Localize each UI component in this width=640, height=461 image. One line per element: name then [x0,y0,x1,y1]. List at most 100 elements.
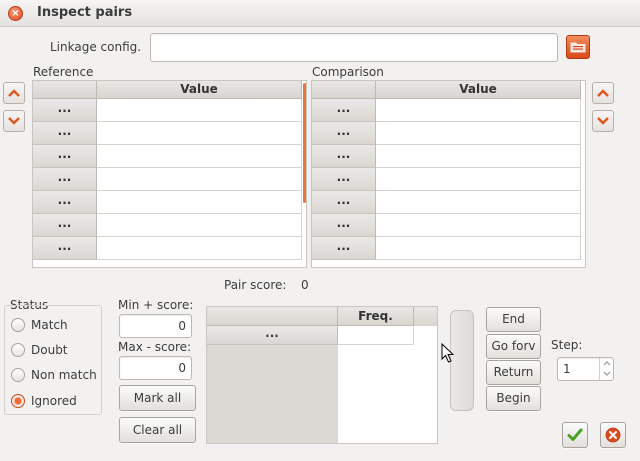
value-cell[interactable] [376,237,581,260]
status-radio-non-match[interactable] [11,368,25,382]
value-cell[interactable] [376,99,581,122]
max-score-label: Max - score: [118,340,192,354]
row-header[interactable]: ... [33,237,97,260]
spinner-up-icon[interactable] [600,358,614,369]
table-row[interactable]: ... [33,145,302,168]
table-row[interactable]: ... [312,168,581,191]
reference-scrollbar[interactable] [303,83,306,203]
chevron-down-icon [597,117,609,125]
row-header[interactable]: ... [312,168,376,191]
reference-table-header: Value [33,81,302,99]
table-row[interactable]: ... [312,237,581,260]
value-cell[interactable] [97,168,302,191]
max-score-input[interactable]: 0 [119,356,192,380]
comparison-corner-header [312,81,376,99]
status-radio-ignored[interactable] [11,394,25,408]
table-row[interactable]: ... [33,99,302,122]
comparison-label: Comparison [312,65,384,79]
go-forward-button[interactable]: Go forv [486,334,541,359]
row-header[interactable]: ... [312,214,376,237]
comparison-table[interactable]: Value ... ... ... ... ... ... ... [311,80,586,268]
status-option-non-match[interactable]: Non match [31,368,97,382]
mouse-pointer-icon [441,343,454,363]
spinner-down-icon[interactable] [600,369,614,380]
row-header[interactable]: ... [312,122,376,145]
end-button[interactable]: End [486,307,541,332]
row-header[interactable]: ... [312,99,376,122]
checkmark-icon [567,428,583,441]
cancel-icon [605,427,621,443]
step-label: Step: [551,338,583,352]
comparison-table-header: Value [312,81,581,99]
status-radio-match[interactable] [11,318,25,332]
value-cell[interactable] [97,237,302,260]
reference-value-header[interactable]: Value [97,81,302,99]
reference-table[interactable]: Value ... ... ... ... ... ... ... [32,80,307,268]
reference-label: Reference [33,65,94,79]
value-cell[interactable] [97,122,302,145]
value-cell[interactable] [97,191,302,214]
cancel-button[interactable] [600,422,626,448]
value-cell[interactable] [376,214,581,237]
frequency-freq-header[interactable]: Freq. [338,307,414,326]
table-row[interactable]: ... [33,122,302,145]
chevron-up-icon [597,89,609,97]
step-value: 1 [563,362,571,376]
row-header[interactable]: ... [33,168,97,191]
window-title: Inspect pairs [37,5,133,20]
reference-down-button[interactable] [3,110,25,132]
table-row[interactable]: ... [312,122,581,145]
max-score-value: 0 [178,361,186,375]
row-header[interactable]: ... [33,99,97,122]
status-option-match[interactable]: Match [31,318,68,332]
min-score-input[interactable]: 0 [119,314,192,338]
freq-cell[interactable] [338,326,414,345]
close-window-button[interactable]: × [8,6,23,21]
comparison-value-header[interactable]: Value [376,81,581,99]
row-header[interactable]: ... [207,326,338,345]
row-header[interactable]: ... [312,145,376,168]
close-icon: × [11,8,20,19]
pair-score-value: 0 [301,278,309,292]
value-cell[interactable] [97,214,302,237]
table-row[interactable]: ... [312,191,581,214]
frequency-table[interactable]: Freq. ... [206,306,438,444]
table-row[interactable]: ... [312,145,581,168]
min-score-label: Min + score: [118,298,194,312]
frequency-corner-header [207,307,338,326]
status-option-doubt[interactable]: Doubt [31,343,68,357]
row-header[interactable]: ... [33,122,97,145]
comparison-down-button[interactable] [592,110,614,132]
table-row[interactable]: ... [33,168,302,191]
status-radio-doubt[interactable] [11,343,25,357]
chevron-down-icon [8,117,20,125]
value-cell[interactable] [376,168,581,191]
value-cell[interactable] [376,191,581,214]
ok-button[interactable] [562,422,588,448]
table-row[interactable]: ... [33,237,302,260]
step-spinner[interactable]: 1 [557,357,614,381]
browse-config-button[interactable] [566,35,590,59]
row-header[interactable]: ... [312,191,376,214]
table-row[interactable]: ... [33,191,302,214]
value-cell[interactable] [376,145,581,168]
table-row[interactable]: ... [33,214,302,237]
status-option-ignored[interactable]: Ignored [31,394,77,408]
table-row[interactable]: ... [312,99,581,122]
begin-button[interactable]: Begin [486,386,541,411]
row-header[interactable]: ... [33,214,97,237]
row-header[interactable]: ... [33,145,97,168]
reference-up-button[interactable] [3,82,25,104]
table-row[interactable]: ... [312,214,581,237]
row-header[interactable]: ... [312,237,376,260]
value-cell[interactable] [97,99,302,122]
value-cell[interactable] [376,122,581,145]
value-cell[interactable] [97,145,302,168]
return-button[interactable]: Return [486,360,541,385]
comparison-up-button[interactable] [592,82,614,104]
mark-all-button[interactable]: Mark all [119,385,196,411]
clear-all-button[interactable]: Clear all [119,417,196,443]
linkage-config-input[interactable] [150,33,558,62]
step-spinner-arrows[interactable] [599,358,613,380]
row-header[interactable]: ... [33,191,97,214]
